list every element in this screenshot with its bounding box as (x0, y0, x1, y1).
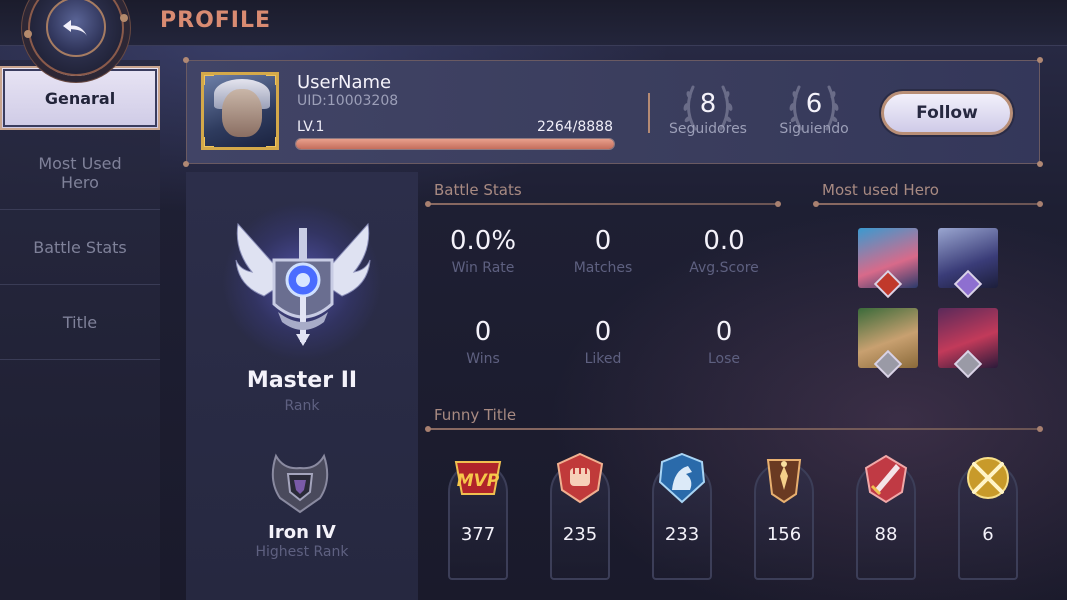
medal-count: 233 (664, 524, 700, 545)
medal-count: 88 (874, 524, 898, 545)
stat-liked: 0 Liked (543, 317, 663, 367)
fist-medal[interactable]: 235 (544, 448, 616, 580)
following-label: Siguiendo (779, 121, 849, 137)
highest-rank-label: Highest Rank (255, 544, 349, 560)
following-count: 6 (805, 89, 823, 119)
level-label: LV.1 (297, 119, 325, 135)
stat-wins: 0 Wins (423, 317, 543, 367)
xp-progress-bar (295, 138, 615, 150)
followers-stat[interactable]: 8 Seguidores (663, 79, 753, 137)
stat-value: 0 (594, 317, 612, 347)
stat-win-rate: 0.0% Win Rate (423, 226, 543, 276)
avatar-frame-corner (204, 75, 214, 85)
avatar-frame-corner (204, 137, 214, 147)
stat-value: 0.0 (703, 226, 745, 256)
stat-value: 0 (594, 226, 612, 256)
followers-count: 8 (699, 89, 717, 119)
stat-label: Wins (466, 351, 500, 367)
fist-medal-icon (556, 452, 604, 504)
stat-label: Matches (573, 260, 633, 276)
stat-value: 0 (474, 317, 492, 347)
wolf-medal[interactable]: 233 (646, 448, 718, 580)
sword-medal[interactable]: 88 (850, 448, 922, 580)
sidebar-item-title[interactable]: Title (0, 286, 160, 360)
sidebar-item-battle-stats[interactable]: Battle Stats (0, 211, 160, 285)
stat-value: 0.0% (449, 226, 517, 256)
mvp-medal-icon: MVP (454, 461, 502, 495)
stat-label: Lose (707, 351, 741, 367)
crossed-swords-medal[interactable]: 6 (952, 448, 1024, 580)
highest-rank-name: Iron IV (268, 522, 336, 543)
stat-label: Avg.Score (689, 260, 759, 276)
xp-progress-fill (296, 139, 614, 149)
page-title: PROFILE (160, 8, 272, 33)
avatar-frame-corner (266, 137, 276, 147)
medal-count: 156 (766, 524, 802, 545)
rank-name: Master II (246, 368, 358, 393)
avatar-face (222, 89, 262, 137)
crossed-swords-medal-icon (967, 457, 1009, 499)
rank-panel: Master II Rank Iron IV Highest Rank (186, 172, 418, 600)
section-divider (425, 426, 1043, 432)
following-stat[interactable]: 6 Siguiendo (769, 79, 859, 137)
profile-card: UserName UID:10003208 LV.1 2264/8888 8 S… (183, 57, 1043, 167)
tower-medal[interactable]: 156 (748, 448, 820, 580)
followers-label: Seguidores (669, 121, 747, 137)
ring-ornament (120, 14, 128, 22)
corner-ornament (1037, 161, 1043, 167)
master-rank-emblem-icon[interactable] (230, 220, 376, 350)
corner-ornament (183, 57, 189, 63)
corner-ornament (183, 161, 189, 167)
funny-title-heading: Funny Title (434, 406, 517, 424)
follow-button[interactable]: Follow (881, 91, 1013, 135)
hero-portrait-silver-hair-icon[interactable] (938, 228, 998, 299)
battle-stats-title: Battle Stats (434, 181, 522, 199)
sword-medal-icon (864, 454, 908, 504)
sidebar: Genaral Most Used Hero Battle Stats Titl… (0, 60, 160, 600)
stat-avg-score: 0.0 Avg.Score (664, 226, 784, 276)
stat-matches: 0 Matches (543, 226, 663, 276)
hero-portrait-crimson-armor-icon[interactable] (938, 308, 998, 379)
stat-value: 0 (715, 317, 733, 347)
avatar[interactable] (201, 72, 279, 150)
hero-portrait-green-hair-icon[interactable] (858, 308, 918, 379)
hero-portrait-glasses-girl-icon[interactable] (858, 228, 918, 299)
back-arrow-icon (63, 20, 87, 36)
divider (648, 93, 650, 133)
section-divider (425, 201, 781, 207)
corner-ornament (1037, 57, 1043, 63)
most-used-hero-title: Most used Hero (822, 181, 939, 199)
iron-rank-emblem-icon[interactable] (266, 450, 334, 516)
mvp-medal[interactable]: MVP 377 (442, 448, 514, 580)
medal-count: 235 (562, 524, 598, 545)
medal-count: 6 (982, 524, 994, 545)
stat-label: Win Rate (451, 260, 515, 276)
stat-lose: 0 Lose (664, 317, 784, 367)
section-divider (813, 201, 1043, 207)
tower-medal-icon (766, 459, 802, 504)
sidebar-item-most-used-hero[interactable]: Most Used Hero (0, 136, 160, 210)
user-id: UID:10003208 (297, 93, 399, 109)
xp-text: 2264/8888 (537, 119, 613, 135)
username: UserName (297, 72, 392, 93)
rank-label: Rank (284, 398, 320, 414)
stat-label: Liked (584, 351, 622, 367)
wolf-medal-icon (658, 452, 706, 504)
ring-ornament (24, 30, 32, 38)
medal-count: 377 (460, 524, 496, 545)
avatar-frame-corner (266, 75, 276, 85)
svg-text:MVP: MVP (457, 471, 500, 491)
